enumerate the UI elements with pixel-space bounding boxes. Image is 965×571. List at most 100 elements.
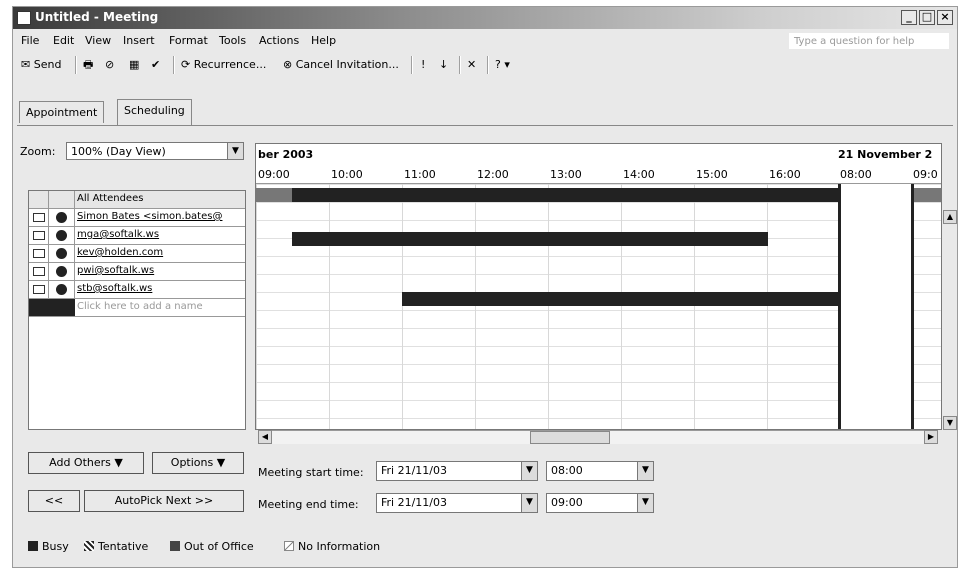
- tab-scheduling[interactable]: Scheduling: [117, 99, 192, 125]
- cell: [29, 227, 49, 244]
- minimize-button[interactable]: _: [901, 10, 917, 25]
- end-time-value: 09:00: [551, 496, 583, 509]
- send-icon: ✉: [21, 58, 34, 71]
- importance-low-icon[interactable]: ↓: [439, 55, 448, 75]
- address-book-icon[interactable]: ▦: [129, 55, 139, 75]
- print-icon[interactable]: 🖶: [83, 55, 93, 75]
- end-date-select[interactable]: Fri 21/11/03 ▼: [376, 493, 538, 513]
- attendee-row[interactable]: pwi@softalk.ws: [29, 263, 245, 281]
- meeting-icon: [17, 11, 31, 25]
- recurrence-icon: ⟳: [181, 58, 194, 71]
- cell: [49, 209, 75, 226]
- cell: [49, 227, 75, 244]
- zoom-label: Zoom:: [20, 145, 56, 158]
- toolbar-separator: [75, 56, 77, 74]
- send-button[interactable]: ✉ Send: [21, 55, 61, 75]
- time-label: 13:00: [550, 168, 582, 181]
- cancel-invitation-button[interactable]: ⊗ Cancel Invitation...: [283, 55, 399, 75]
- end-time-select[interactable]: 09:00 ▼: [546, 493, 654, 513]
- header-cell: [49, 191, 75, 208]
- close-button[interactable]: ×: [937, 10, 953, 25]
- add-attendee-input[interactable]: Click here to add a name: [77, 301, 245, 312]
- chevron-down-icon[interactable]: ▼: [521, 462, 537, 480]
- zoom-select[interactable]: 100% (Day View) ▼: [66, 142, 244, 160]
- chevron-down-icon[interactable]: ▼: [227, 143, 243, 159]
- tab-appointment[interactable]: Appointment: [19, 101, 105, 123]
- time-label: 12:00: [477, 168, 509, 181]
- attendee-row[interactable]: stb@softalk.ws: [29, 281, 245, 299]
- toolbar-separator: [173, 56, 175, 74]
- help-search-input[interactable]: Type a question for help: [789, 33, 949, 49]
- menu-actions[interactable]: Actions: [259, 34, 299, 47]
- autopick-next-button[interactable]: AutoPick Next >>: [84, 490, 244, 512]
- chevron-down-icon[interactable]: ▼: [637, 462, 653, 480]
- recurrence-label: Recurrence...: [193, 58, 267, 71]
- menu-file[interactable]: File: [21, 34, 39, 47]
- attach-icon[interactable]: ⊘: [105, 55, 114, 75]
- add-others-button[interactable]: Add Others ▼: [28, 452, 144, 474]
- menu-view[interactable]: View: [85, 34, 111, 47]
- attendee-name[interactable]: Simon Bates <simon.bates@: [77, 211, 245, 222]
- attendee-name[interactable]: pwi@softalk.ws: [77, 265, 245, 276]
- options-label: Options: [170, 456, 214, 469]
- required-attendee-icon[interactable]: [56, 284, 67, 295]
- scroll-up-button[interactable]: ▲: [943, 210, 957, 224]
- tentative-swatch-icon: [84, 541, 94, 551]
- maximize-button[interactable]: □: [919, 10, 935, 25]
- attendee-name[interactable]: stb@softalk.ws: [77, 283, 245, 294]
- end-date-value: Fri 21/11/03: [381, 496, 448, 509]
- busy-bar: [402, 292, 838, 306]
- time-label: 08:00: [840, 168, 872, 181]
- menu-insert[interactable]: Insert: [123, 34, 155, 47]
- busy-swatch-icon: [28, 541, 38, 551]
- busy-bar: [292, 232, 768, 246]
- date-header-right: 21 November 2: [838, 148, 933, 161]
- attendee-row[interactable]: Simon Bates <simon.bates@: [29, 209, 245, 227]
- legend-out-of-office: Out of Office: [170, 540, 254, 553]
- importance-high-icon[interactable]: !: [421, 55, 425, 75]
- cell: [49, 245, 75, 262]
- start-date-select[interactable]: Fri 21/11/03 ▼: [376, 461, 538, 481]
- meeting-time-slot[interactable]: [838, 184, 914, 429]
- meeting-end-label: Meeting end time:: [258, 498, 359, 511]
- zoom-value: 100% (Day View): [71, 145, 166, 158]
- start-time-select[interactable]: 08:00 ▼: [546, 461, 654, 481]
- all-attendees-header[interactable]: All Attendees: [77, 193, 245, 204]
- check-names-icon[interactable]: ✔: [151, 55, 160, 75]
- recurrence-button[interactable]: ⟳ Recurrence...: [181, 55, 266, 75]
- chevron-down-icon[interactable]: ▼: [521, 494, 537, 512]
- scroll-right-button[interactable]: ▶: [924, 430, 938, 444]
- header-cell: [29, 191, 49, 208]
- autopick-previous-button[interactable]: <<: [28, 490, 80, 512]
- chevron-down-icon[interactable]: ▼: [637, 494, 653, 512]
- attendee-list: All Attendees Simon Bates <simon.bates@ …: [28, 190, 246, 430]
- attendee-name[interactable]: kev@holden.com: [77, 247, 245, 258]
- attendee-name[interactable]: mga@softalk.ws: [77, 229, 245, 240]
- required-attendee-icon[interactable]: [56, 266, 67, 277]
- scroll-thumb[interactable]: [530, 431, 610, 444]
- cell: [29, 209, 49, 226]
- time-label: 11:00: [404, 168, 436, 181]
- delete-icon[interactable]: ✕: [467, 55, 476, 75]
- options-button[interactable]: Options ▼: [152, 452, 244, 474]
- required-attendee-icon[interactable]: [56, 248, 67, 259]
- menu-tools[interactable]: Tools: [219, 34, 246, 47]
- toolbar-separator: [459, 56, 461, 74]
- attendee-row[interactable]: mga@softalk.ws: [29, 227, 245, 245]
- time-label: 09:00: [258, 168, 290, 181]
- scroll-down-button[interactable]: ▼: [943, 416, 957, 430]
- attendee-row[interactable]: kev@holden.com: [29, 245, 245, 263]
- menu-help[interactable]: Help: [311, 34, 336, 47]
- help-icon[interactable]: ? ▾: [495, 55, 510, 75]
- required-attendee-icon[interactable]: [56, 212, 67, 223]
- legend-label: No Information: [298, 540, 381, 553]
- legend-tentative: Tentative: [84, 540, 148, 553]
- required-attendee-icon[interactable]: [56, 230, 67, 241]
- all-attendees-partial-bar: [914, 188, 941, 202]
- out-of-office-swatch-icon: [170, 541, 180, 551]
- start-date-value: Fri 21/11/03: [381, 464, 448, 477]
- menu-format[interactable]: Format: [169, 34, 208, 47]
- menu-edit[interactable]: Edit: [53, 34, 74, 47]
- add-attendee-row[interactable]: Click here to add a name: [29, 299, 245, 317]
- scroll-left-button[interactable]: ◀: [258, 430, 272, 444]
